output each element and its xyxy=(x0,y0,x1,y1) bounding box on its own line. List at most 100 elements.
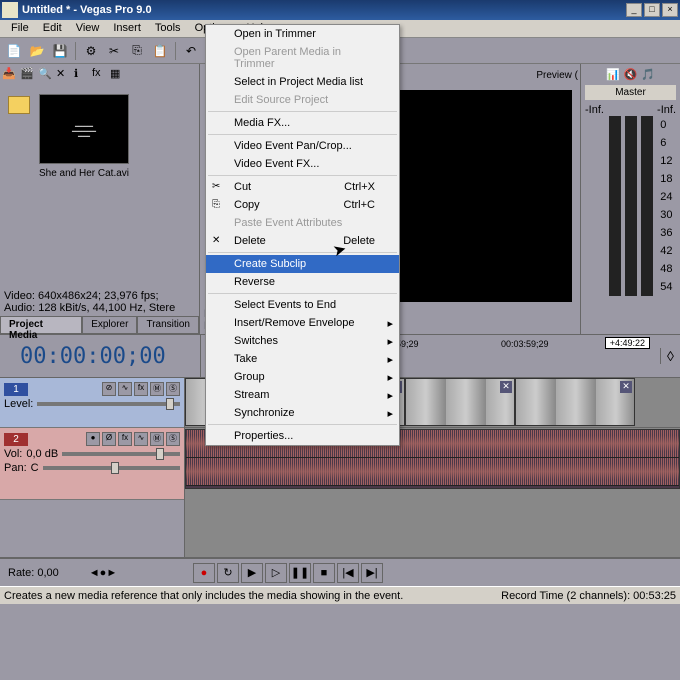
window-title: Untitled * - Vegas Pro 9.0 xyxy=(22,4,626,16)
context-menu-item[interactable]: Reverse xyxy=(206,273,399,291)
context-menu-item[interactable]: Take▸ xyxy=(206,350,399,368)
paste-button[interactable]: 📋 xyxy=(150,41,170,61)
context-menu-item[interactable]: Synchronize▸ xyxy=(206,404,399,422)
context-menu: Open in TrimmerOpen Parent Media in Trim… xyxy=(205,24,400,446)
solo-icon[interactable]: Ⓢ xyxy=(166,382,180,396)
undo-button[interactable]: ↶ xyxy=(181,41,201,61)
tab-project-media[interactable]: Project Media xyxy=(0,316,82,334)
audio-arm-icon[interactable]: ● xyxy=(86,432,100,446)
context-menu-item[interactable]: ⎘CopyCtrl+C xyxy=(206,196,399,214)
tab-explorer[interactable]: Explorer xyxy=(82,316,137,334)
media-thumbnail[interactable]: ━━━━━━━━━━━━━━━━━━ She and Her Cat.avi xyxy=(34,94,134,280)
context-menu-item[interactable]: Video Event Pan/Crop... xyxy=(206,137,399,155)
cut-button[interactable]: ✂ xyxy=(104,41,124,61)
audio-invert-icon[interactable]: Ø xyxy=(102,432,116,446)
minimize-button[interactable]: _ xyxy=(626,3,642,17)
go-end-button[interactable]: ▶| xyxy=(361,563,383,583)
play-button[interactable]: ▷ xyxy=(265,563,287,583)
menu-file[interactable]: File xyxy=(4,20,36,37)
menu-edit[interactable]: Edit xyxy=(36,20,69,37)
preview-quality-dropdown[interactable]: Preview ( xyxy=(536,70,578,81)
track-fx-icon[interactable]: fx xyxy=(134,382,148,396)
context-menu-item[interactable]: Insert/Remove Envelope▸ xyxy=(206,314,399,332)
copy-button[interactable]: ⎘ xyxy=(127,41,147,61)
pan-label: Pan: xyxy=(4,462,27,474)
fx-icon[interactable]: fx xyxy=(92,67,108,83)
record-time: Record Time (2 channels): 00:53:25 xyxy=(501,590,676,602)
folder-icon[interactable] xyxy=(8,96,30,114)
close-button[interactable]: × xyxy=(662,3,678,17)
master-mute-icon[interactable]: 🔇 xyxy=(624,68,638,81)
maximize-button[interactable]: □ xyxy=(644,3,660,17)
remove-icon[interactable]: ✕ xyxy=(56,67,72,83)
title-bar: Untitled * - Vegas Pro 9.0 _ □ × xyxy=(0,0,680,20)
record-button[interactable]: ● xyxy=(193,563,215,583)
automation-icon[interactable]: ∿ xyxy=(118,382,132,396)
menu-insert[interactable]: Insert xyxy=(106,20,148,37)
timecode-display[interactable]: 00:00:00;00 xyxy=(0,344,200,369)
audio-vol-slider[interactable] xyxy=(62,452,180,456)
context-menu-item: Paste Event Attributes xyxy=(206,214,399,232)
project-media-toolbar: 📥 🎬 🔍 ✕ ℹ fx ▦ xyxy=(0,64,199,86)
audio-track-header[interactable]: 2 ● Ø fx ∿ Ⓜ Ⓢ Vol: 0,0 dB Pan: C xyxy=(0,428,184,500)
audio-mute-icon[interactable]: Ⓜ xyxy=(150,432,164,446)
vol-label: Vol: xyxy=(4,448,22,460)
open-button[interactable]: 📂 xyxy=(27,41,47,61)
stop-button[interactable]: ■ xyxy=(313,563,335,583)
context-menu-item[interactable]: Select Events to End xyxy=(206,296,399,314)
video-track-header[interactable]: 1 ⊘ ∿ fx Ⓜ Ⓢ Level: xyxy=(0,378,184,428)
new-button[interactable]: 📄 xyxy=(4,41,24,61)
context-menu-item[interactable]: ✕DeleteDelete xyxy=(206,232,399,250)
properties-button[interactable]: ⚙ xyxy=(81,41,101,61)
media-info: Video: 640x486x24; 23,976 fps; Audio: 12… xyxy=(0,288,199,316)
tab-transitions[interactable]: Transition xyxy=(137,316,199,334)
master-insert-fx-icon[interactable]: 📊 xyxy=(606,68,620,81)
context-menu-item[interactable]: Stream▸ xyxy=(206,386,399,404)
context-menu-item[interactable]: Properties... xyxy=(206,427,399,445)
go-start-button[interactable]: |◀ xyxy=(337,563,359,583)
video-track-number: 1 xyxy=(4,383,28,396)
context-menu-item[interactable]: Switches▸ xyxy=(206,332,399,350)
capture-icon[interactable]: 🎬 xyxy=(20,67,36,83)
region-marker[interactable]: +4:49:22 xyxy=(605,337,650,349)
audio-automation-icon[interactable]: ∿ xyxy=(134,432,148,446)
video-clip[interactable]: ✕ xyxy=(515,378,635,426)
video-clip[interactable]: ✕ xyxy=(405,378,515,426)
ruler-options-button[interactable]: ◊ xyxy=(660,348,680,364)
audio-solo-icon[interactable]: Ⓢ xyxy=(166,432,180,446)
import-icon[interactable]: 📥 xyxy=(2,67,18,83)
context-menu-item[interactable]: Video Event FX... xyxy=(206,155,399,173)
context-menu-item: Open Parent Media in Trimmer xyxy=(206,43,399,73)
master-bus-panel: 📊 🔇 🎵 Master -Inf.-Inf. 0612182430364248… xyxy=(580,64,680,334)
app-icon xyxy=(2,2,18,18)
context-menu-item[interactable]: Create Subclip xyxy=(206,255,399,273)
bypass-fx-icon[interactable]: ⊘ xyxy=(102,382,116,396)
audio-pan-slider[interactable] xyxy=(43,466,180,470)
menu-tools[interactable]: Tools xyxy=(148,20,188,37)
context-menu-item[interactable]: Select in Project Media list xyxy=(206,73,399,91)
thumbnail-label: She and Her Cat.avi xyxy=(34,168,134,179)
audio-fx-icon[interactable]: fx xyxy=(118,432,132,446)
master-fader[interactable] xyxy=(609,116,621,296)
pan-value: C xyxy=(31,462,39,474)
master-meter-right: 061218243036424854 xyxy=(641,116,653,296)
context-menu-item[interactable]: ✂CutCtrl+X xyxy=(206,178,399,196)
status-message: Creates a new media reference that only … xyxy=(4,590,501,602)
context-menu-item[interactable]: Open in Trimmer xyxy=(206,25,399,43)
pause-button[interactable]: ❚❚ xyxy=(289,563,311,583)
play-start-button[interactable]: ▶ xyxy=(241,563,263,583)
get-media-icon[interactable]: 🔍 xyxy=(38,67,54,83)
mute-icon[interactable]: Ⓜ xyxy=(150,382,164,396)
master-solo-icon[interactable]: 🎵 xyxy=(641,68,655,81)
save-button[interactable]: 💾 xyxy=(50,41,70,61)
shuttle-control[interactable]: ◄●► xyxy=(89,567,117,579)
context-menu-item[interactable]: Media FX... xyxy=(206,114,399,132)
views-icon[interactable]: ▦ xyxy=(110,67,126,83)
vol-value: 0,0 dB xyxy=(26,448,58,460)
properties-icon[interactable]: ℹ xyxy=(74,67,90,83)
master-meter-left xyxy=(625,116,637,296)
video-level-slider[interactable] xyxy=(37,402,180,406)
context-menu-item[interactable]: Group▸ xyxy=(206,368,399,386)
menu-view[interactable]: View xyxy=(69,20,107,37)
loop-button[interactable]: ↻ xyxy=(217,563,239,583)
